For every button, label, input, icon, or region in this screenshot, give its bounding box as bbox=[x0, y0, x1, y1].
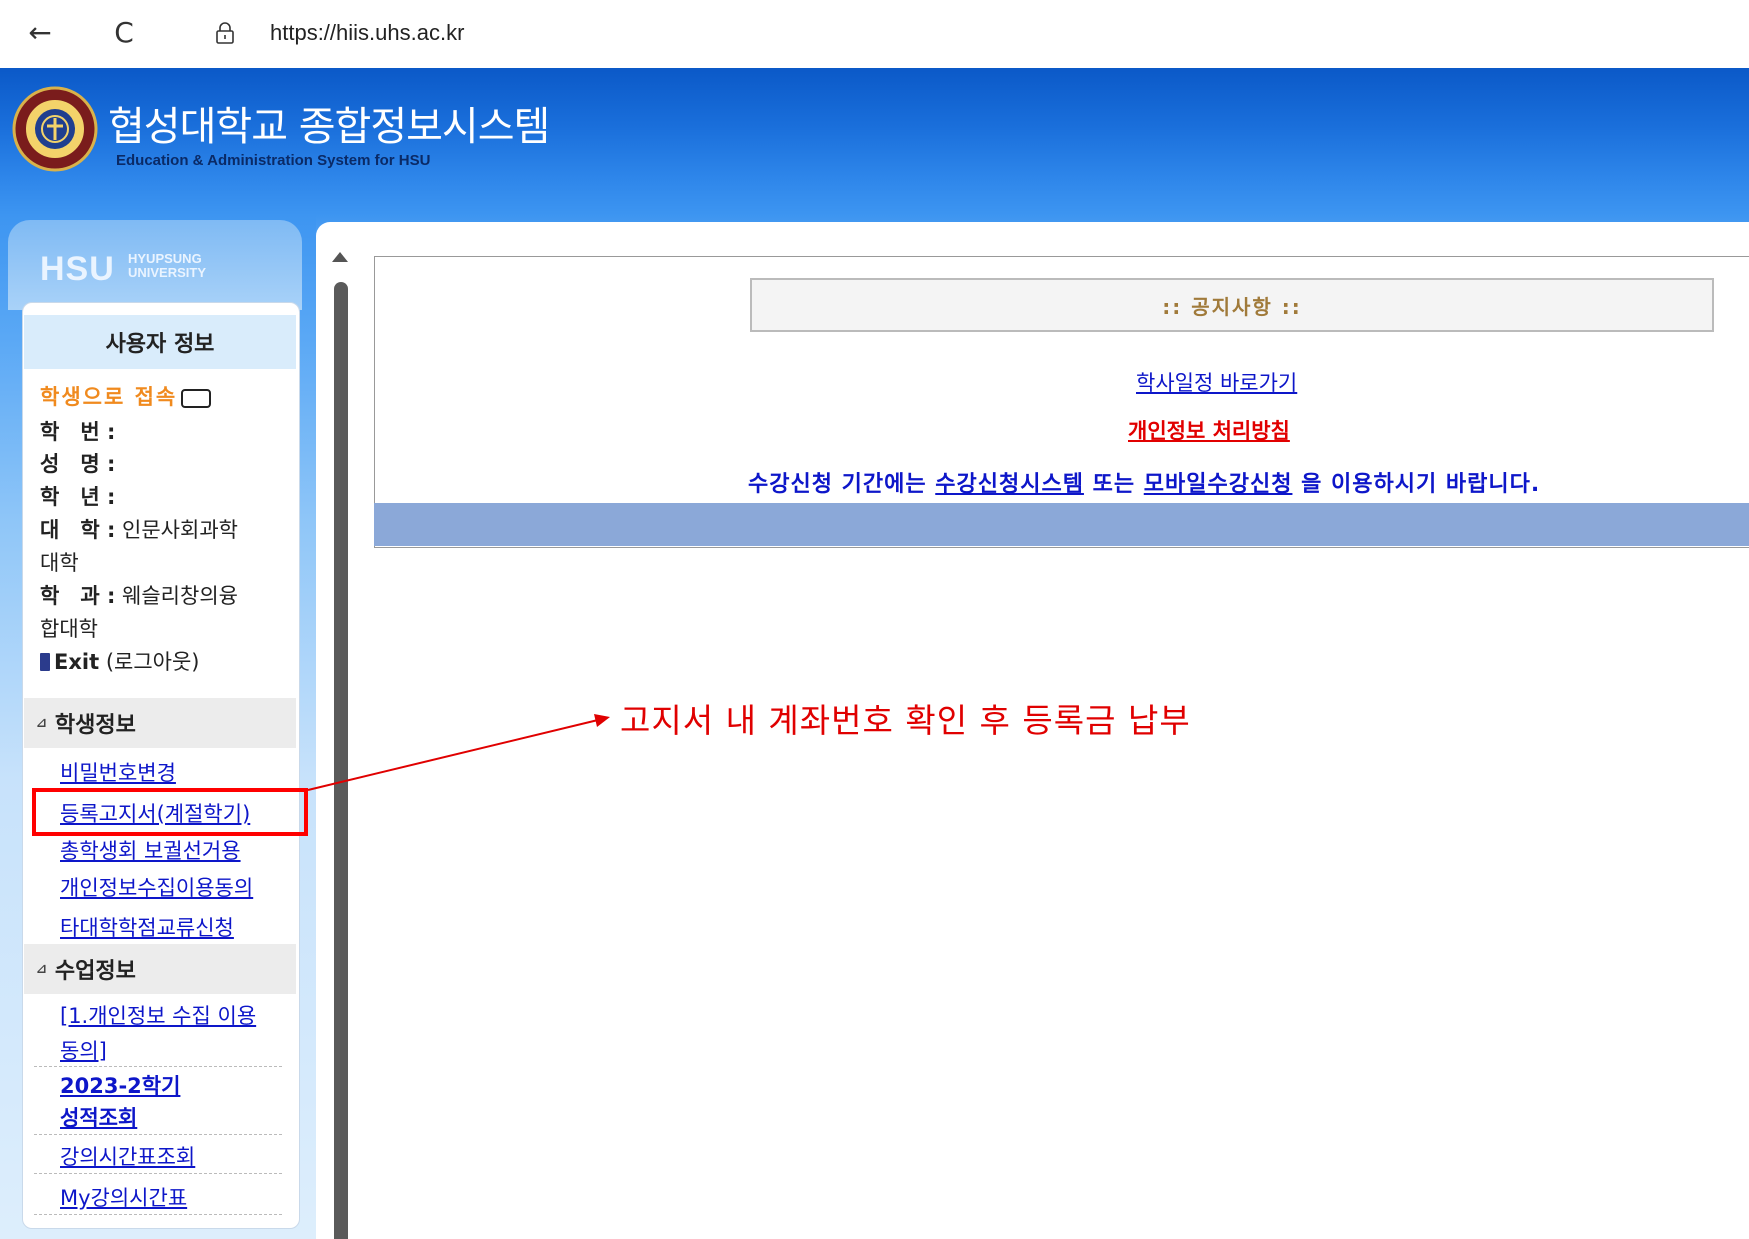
college-value: 인문사회과학 bbox=[122, 518, 238, 542]
menu-student-council-election[interactable]: 총학생회 보궐선거용 bbox=[60, 835, 241, 865]
keyboard-toggle-icon[interactable] bbox=[181, 388, 212, 408]
menu-privacy-collection-cont[interactable]: 동의] bbox=[60, 1035, 107, 1065]
logout-row[interactable]: Exit (로그아웃) bbox=[40, 646, 200, 676]
scrollbar-thumb[interactable] bbox=[334, 282, 348, 1239]
back-arrow-icon[interactable]: ← bbox=[22, 14, 58, 50]
notice-text-part3: 을 이용하시기 바랍니다. bbox=[1292, 472, 1541, 497]
menu-timetable-inquiry[interactable]: 강의시간표조회 bbox=[60, 1141, 195, 1171]
student-info-heading[interactable]: ⊿ 학생정보 bbox=[24, 698, 296, 748]
menu-my-timetable[interactable]: My강의시간표 bbox=[60, 1182, 187, 1212]
reload-icon[interactable]: C bbox=[106, 14, 142, 50]
notice-text-part1: 수강신청 기간에는 bbox=[748, 472, 936, 497]
site-subtitle: Education & Administration System for HS… bbox=[116, 152, 431, 169]
academic-schedule-link[interactable]: 학사일정 바로가기 bbox=[1136, 367, 1297, 397]
login-status: 학생으로 접속 bbox=[40, 385, 178, 409]
department-label: 학 과 : bbox=[40, 584, 116, 608]
menu-change-password[interactable]: 비밀번호변경 bbox=[60, 757, 176, 787]
name-label: 성 명 : bbox=[40, 452, 116, 476]
collapse-icon: ⊿ bbox=[36, 715, 47, 731]
menu-semester[interactable]: 2023-2학기 bbox=[60, 1070, 180, 1100]
exit-door-icon bbox=[40, 653, 50, 671]
login-status-row: 학생으로 접속 bbox=[40, 381, 212, 411]
student-id-label: 학 번 : bbox=[40, 420, 116, 444]
department-row: 학 과 : 웨슬리창의융 bbox=[40, 580, 238, 610]
divider bbox=[34, 1134, 282, 1135]
college-label: 대 학 : bbox=[40, 518, 116, 542]
hsu-logo-small: HYUPSUNG UNIVERSITY bbox=[128, 252, 206, 280]
annotation-text: 고지서 내 계좌번호 확인 후 등록금 납부 bbox=[620, 701, 1191, 740]
exit-label[interactable]: Exit bbox=[54, 650, 99, 674]
grade-label: 학 년 : bbox=[40, 485, 116, 509]
divider bbox=[34, 1066, 282, 1067]
class-info-heading-label: 수업정보 bbox=[54, 959, 136, 984]
browser-toolbar: ← C https://hiis.uhs.ac.kr bbox=[0, 0, 1749, 68]
lock-icon bbox=[216, 22, 234, 44]
menu-credit-exchange[interactable]: 타대학학점교류신청 bbox=[60, 912, 234, 942]
menu-privacy-consent[interactable]: 개인정보수집이용동의 bbox=[60, 872, 253, 902]
url-text[interactable]: https://hiis.uhs.ac.kr bbox=[270, 20, 464, 46]
user-info-heading: 사용자 정보 bbox=[24, 315, 296, 369]
menu-grade-inquiry[interactable]: 성적조회 bbox=[60, 1102, 137, 1132]
notice-text-part2: 또는 bbox=[1083, 472, 1144, 497]
grade-row: 학 년 : bbox=[40, 481, 115, 511]
divider bbox=[34, 1173, 282, 1174]
class-info-heading[interactable]: ⊿ 수업정보 bbox=[24, 944, 296, 994]
scroll-up-arrow-icon[interactable] bbox=[332, 252, 348, 262]
course-registration-link[interactable]: 수강신청시스템 bbox=[935, 472, 1084, 497]
mobile-registration-link[interactable]: 모바일수강신청 bbox=[1144, 472, 1293, 497]
site-title: 협성대학교 종합정보시스템 bbox=[108, 104, 550, 150]
highlight-box bbox=[32, 788, 308, 836]
notice-footer-bar bbox=[374, 503, 1749, 546]
logout-label[interactable]: (로그아웃) bbox=[106, 650, 200, 674]
student-id-row: 학 번 : bbox=[40, 416, 115, 446]
name-row: 성 명 : bbox=[40, 448, 115, 478]
hsu-logo-line1: HYUPSUNG bbox=[128, 251, 202, 266]
department-value-cont: 합대학 bbox=[40, 617, 98, 641]
divider bbox=[34, 1214, 282, 1215]
menu-privacy-collection[interactable]: [1.개인정보 수집 이용 bbox=[60, 1000, 256, 1030]
university-seal-icon[interactable] bbox=[12, 86, 98, 172]
registration-notice-text: 수강신청 기간에는 수강신청시스템 또는 모바일수강신청 을 이용하시기 바랍니… bbox=[748, 466, 1540, 498]
hsu-logo: HSU HYUPSUNG UNIVERSITY bbox=[40, 250, 206, 289]
department-value: 웨슬리창의융 bbox=[122, 584, 238, 608]
notice-title: :: 공지사항 :: bbox=[750, 278, 1714, 332]
privacy-policy-link[interactable]: 개인정보 처리방침 bbox=[1128, 415, 1290, 445]
hsu-logo-main: HSU bbox=[40, 250, 115, 288]
hsu-logo-line2: UNIVERSITY bbox=[128, 265, 207, 280]
college-row: 대 학 : 인문사회과학 bbox=[40, 514, 238, 544]
college-value-cont: 대학 bbox=[40, 551, 79, 575]
student-info-heading-label: 학생정보 bbox=[54, 713, 136, 738]
collapse-icon: ⊿ bbox=[36, 961, 47, 977]
